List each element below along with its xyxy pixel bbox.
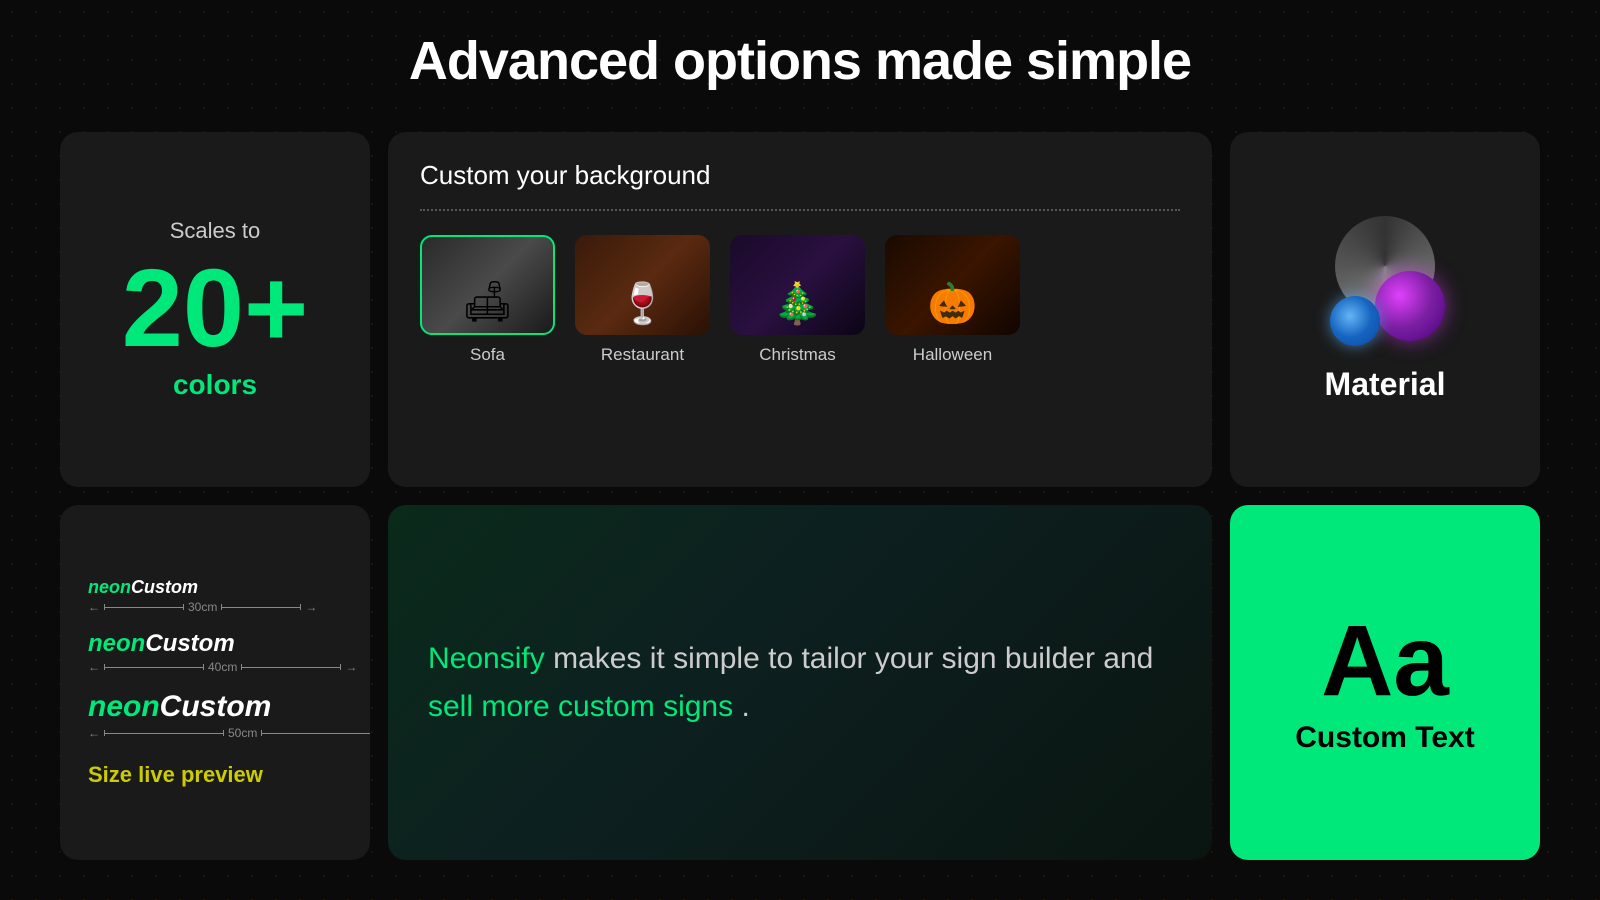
ruler-line-30 [104, 607, 184, 608]
ruler-40: ← 40cm → [88, 660, 357, 674]
bg-img-restaurant [575, 235, 710, 335]
card-neonsify: Neonsify makes it simple to tailor your … [388, 505, 1212, 860]
size-item-50: neonCustom ← 50cm → [88, 690, 342, 740]
ruler-value-40: 40cm [208, 660, 237, 674]
bg-img-sofa [420, 235, 555, 335]
neonsify-middle-text: makes it simple to tailor your sign buil… [553, 642, 1153, 675]
material-sphere-blue [1330, 296, 1380, 346]
card-scales: Scales to 20+ colors [60, 132, 370, 487]
ruler-value-30: 30cm [188, 600, 217, 614]
custom-text-aa: Aa [1321, 611, 1449, 711]
size-item-30: neonCustom ← 30cm → [88, 577, 342, 614]
material-icon [1320, 216, 1450, 346]
bg-label-restaurant: Restaurant [601, 345, 684, 365]
size-items: neonCustom ← 30cm → neonCustom [88, 577, 342, 740]
card-custom-text: Aa Custom Text [1230, 505, 1540, 860]
page-wrapper: Advanced options made simple Scales to 2… [0, 0, 1600, 900]
size-item-40: neonCustom ← 40cm → [88, 630, 342, 674]
arrow-left-40: ← [88, 660, 100, 674]
size-text-50: neonCustom [88, 690, 271, 724]
ruler-line-40b [241, 667, 341, 668]
neon-text-50: neon [88, 690, 160, 723]
ruler-line-30b [221, 607, 301, 608]
material-label: Material [1325, 366, 1446, 403]
neon-text-30: neon [88, 577, 131, 597]
card-material: Material [1230, 132, 1540, 487]
bg-label-sofa: Sofa [470, 345, 505, 365]
arrow-left-50: ← [88, 726, 100, 740]
arrow-right-30: → [305, 600, 317, 614]
custom-text-50: Custom [160, 690, 272, 723]
page-title: Advanced options made simple [409, 30, 1191, 92]
custom-text-30: Custom [131, 577, 198, 597]
card-size: neonCustom ← 30cm → neonCustom [60, 505, 370, 860]
divider [420, 209, 1180, 211]
custom-text-40: Custom [145, 630, 234, 657]
bg-img-christmas [730, 235, 865, 335]
arrow-right-40: → [345, 660, 357, 674]
colors-label: colors [173, 369, 257, 401]
ruler-value-50: 50cm [228, 726, 257, 740]
brand-name: Neonsify [428, 642, 545, 675]
ruler-line-50b [261, 733, 370, 734]
scales-label: Scales to [170, 218, 261, 244]
bg-option-restaurant[interactable]: Restaurant [575, 235, 710, 365]
size-preview-label: Size live preview [88, 762, 342, 788]
bg-option-sofa[interactable]: Sofa [420, 235, 555, 365]
ruler-line-50 [104, 733, 224, 734]
bg-options: Sofa Restaurant Christmas Halloween [420, 235, 1180, 365]
bg-option-halloween[interactable]: Halloween [885, 235, 1020, 365]
ruler-50: ← 50cm → [88, 726, 370, 740]
neonsify-paragraph: Neonsify makes it simple to tailor your … [428, 635, 1172, 731]
bg-label-christmas: Christmas [759, 345, 836, 365]
material-sphere-purple [1375, 271, 1445, 341]
main-grid: Scales to 20+ colors Custom your backgro… [60, 132, 1540, 860]
bg-img-halloween [885, 235, 1020, 335]
arrow-left-30: ← [88, 600, 100, 614]
ruler-30: ← 30cm → [88, 600, 317, 614]
size-text-40: neonCustom [88, 630, 235, 658]
bg-option-christmas[interactable]: Christmas [730, 235, 865, 365]
big-number: 20+ [122, 254, 309, 364]
size-text-30: neonCustom [88, 577, 198, 598]
custom-text-label: Custom Text [1295, 721, 1474, 755]
background-section-title: Custom your background [420, 160, 1180, 191]
bg-label-halloween: Halloween [913, 345, 992, 365]
ruler-line-40 [104, 667, 204, 668]
neon-text-40: neon [88, 630, 145, 657]
card-background: Custom your background Sofa Restaurant C… [388, 132, 1212, 487]
neonsify-highlight: sell more custom signs [428, 690, 733, 723]
neonsify-period: . [741, 690, 749, 723]
